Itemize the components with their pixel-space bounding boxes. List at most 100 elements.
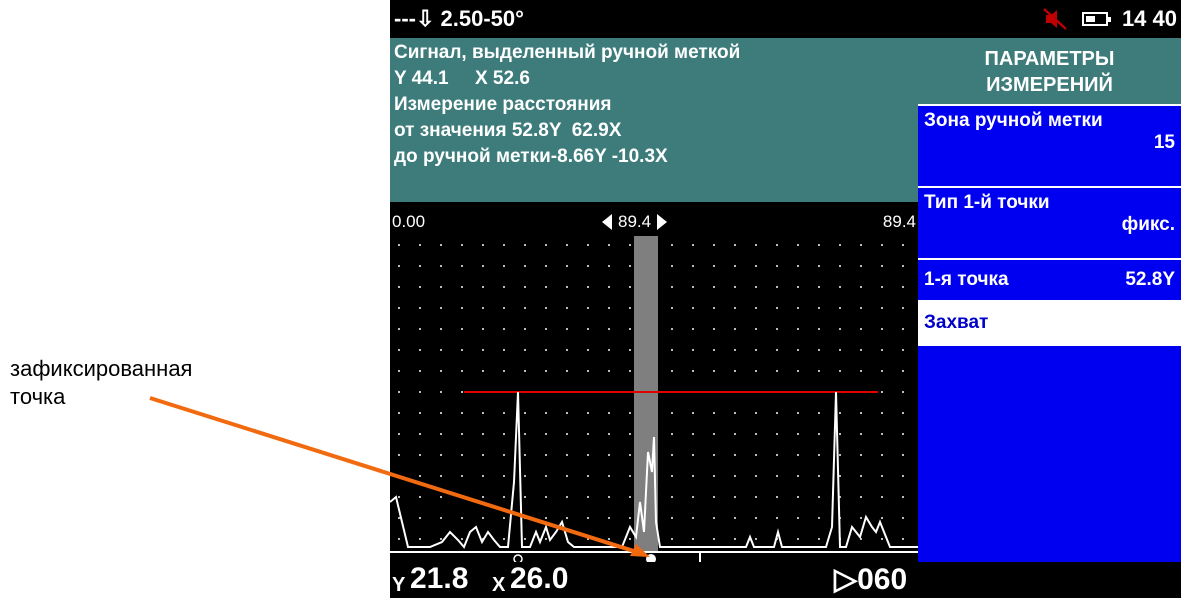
grid-dot [629,307,631,309]
grid-dot [776,370,778,372]
grid-dot [755,307,757,309]
grid-dot [755,517,757,519]
grid-dot [755,244,757,246]
grid-dot [839,244,841,246]
grid-dot [629,454,631,456]
grid-dot [797,454,799,456]
grid-dot [608,454,610,456]
grid-dot [671,454,673,456]
grid-dot [482,433,484,435]
grid-dot [734,370,736,372]
grid-dot [734,244,736,246]
grid-dot [797,370,799,372]
grid-dot [860,307,862,309]
grid-dot [608,328,610,330]
info-line-5: до ручной метки-8.66Y -10.3X [394,146,668,167]
grid-dot [503,349,505,351]
grid-dot [419,328,421,330]
grid-dot [524,244,526,246]
range-left-arrow-icon[interactable] [602,214,612,230]
grid-dot [587,328,589,330]
grid-dot [776,496,778,498]
grid-dot [692,517,694,519]
grid-dot [692,412,694,414]
grid-dot [797,475,799,477]
grid-dot [860,265,862,267]
grid-dot [839,412,841,414]
grid-dot [881,286,883,288]
grid-dot [524,538,526,540]
grid-dot [482,370,484,372]
grid-dot [818,433,820,435]
grid-dot [797,307,799,309]
grid-dot [503,328,505,330]
grid-dot [419,475,421,477]
readout-gain: ▷060 [834,563,908,596]
grid-dot [881,244,883,246]
grid-dot [818,454,820,456]
grid-dot [398,496,400,498]
grid-dot [440,475,442,477]
grid-dot [902,517,904,519]
grid-dot [398,307,400,309]
grid-dot [713,328,715,330]
ascan-plot[interactable]: 0.00 89.4 89.4 [390,202,918,562]
grid-dot [671,517,673,519]
probe-info: ---⇩ 2.50-50° [394,6,524,31]
grid-dot [545,517,547,519]
grid-dot [881,412,883,414]
annotation-label: зафиксированная точка [10,355,192,411]
grid-dot [440,496,442,498]
grid-dot [671,433,673,435]
grid-dot [734,286,736,288]
grid-dot [797,349,799,351]
grid-dot [398,265,400,267]
grid-dot [881,517,883,519]
grid-dot [839,328,841,330]
grid-dot [503,412,505,414]
menu-item-first-point[interactable]: 1-я точка 52.8Y [918,260,1181,302]
grid-dot [440,328,442,330]
grid-dot [755,496,757,498]
grid-dot [566,475,568,477]
grid-dot [587,496,589,498]
grid-dot [503,475,505,477]
grid-dot [608,412,610,414]
grid-dot [671,307,673,309]
grid-dot [713,517,715,519]
menu-item-capture[interactable]: Захват [918,302,1181,346]
grid-dot [566,328,568,330]
measurement-info-panel: Сигнал, выделенный ручной меткой Y 44.1 … [390,38,918,202]
grid-dot [545,433,547,435]
manual-marker-point [646,554,656,562]
grid-dot [629,328,631,330]
menu-item-point-type[interactable]: Тип 1-й точки фикс. [918,188,1181,260]
grid-dot [755,412,757,414]
grid-dot [482,517,484,519]
grid-dot [692,496,694,498]
mute-icon [1043,8,1067,30]
grid-dot [776,433,778,435]
range-right-arrow-icon[interactable] [657,214,668,230]
grid-dot [629,538,631,540]
grid-dot [881,265,883,267]
grid-dot [398,517,400,519]
grid-dot [902,286,904,288]
grid-dot [734,349,736,351]
grid-dot [629,265,631,267]
grid-dot [608,475,610,477]
grid-dot [398,391,400,393]
grid-dot [902,370,904,372]
menu-item-label: Зона ручной метки [924,110,1103,131]
grid-dot [629,517,631,519]
grid-dot [419,433,421,435]
menu-item-marker-zone[interactable]: Зона ручной метки 15 [918,106,1181,188]
range-selector[interactable]: 89.4 [602,212,668,232]
grid-dot [818,244,820,246]
grid-dot [902,454,904,456]
grid-dot [818,538,820,540]
grid-dot [797,496,799,498]
grid-dot [629,244,631,246]
grid-dot [566,412,568,414]
grid-dot [860,454,862,456]
